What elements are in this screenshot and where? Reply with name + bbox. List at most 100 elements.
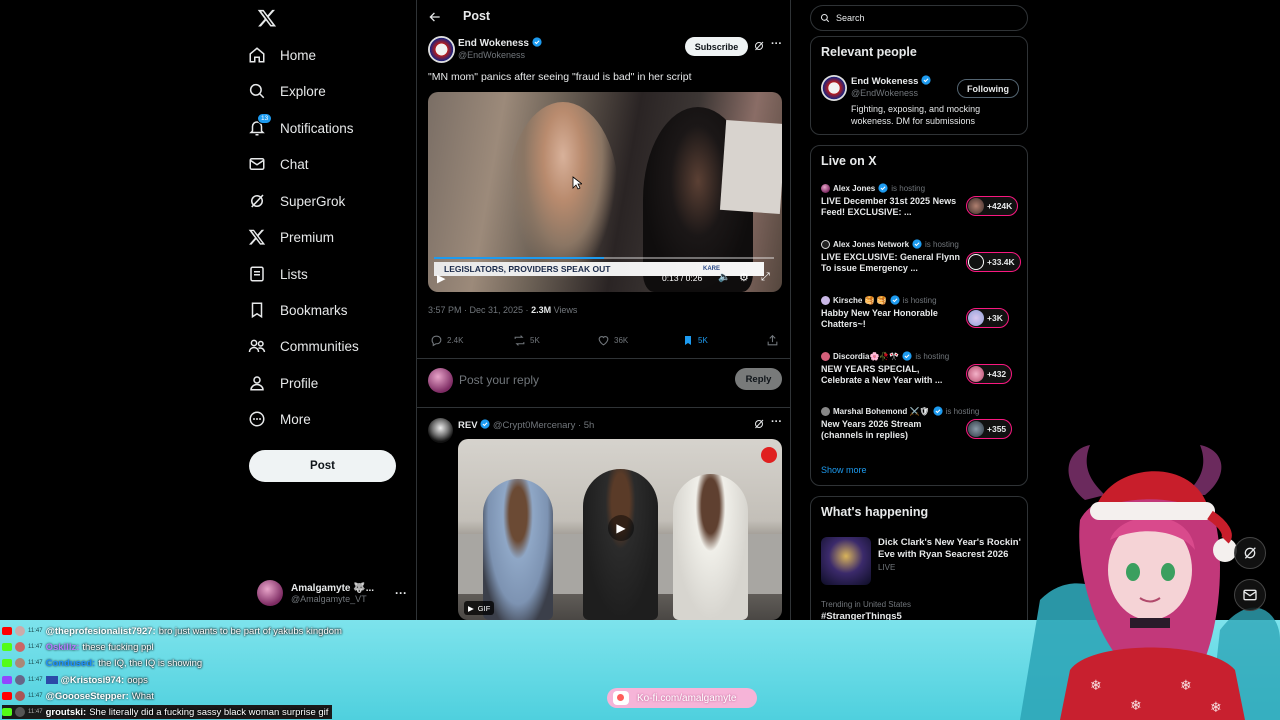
reply-author-avatar[interactable]: [428, 418, 453, 443]
author-avatar[interactable]: [428, 36, 455, 63]
account-more-icon: ···: [395, 586, 407, 600]
account-switcher[interactable]: Amalgamyte 🐺... @Amalgamyte_VT ···: [257, 578, 407, 608]
nav-explore[interactable]: Explore: [248, 73, 326, 109]
share-icon[interactable]: [766, 334, 779, 347]
live-item[interactable]: Discordia🌸🥀🎌 is hosting NEW YEARS SPECIAL…: [821, 351, 1021, 401]
live-host: Marshal Bohemond ⚔️🛡: [833, 406, 930, 416]
reply-input[interactable]: Post your reply: [459, 373, 539, 387]
reply-action[interactable]: 2.4K: [430, 334, 463, 347]
verified-badge-icon: [480, 419, 490, 429]
x-logo-icon[interactable]: [257, 8, 277, 28]
nav-notifications[interactable]: 13 Notifications: [248, 110, 354, 146]
hosting-label: is hosting: [902, 295, 937, 305]
nav-supergrok[interactable]: SuperGrok: [248, 183, 345, 219]
chat-text: oops: [127, 674, 148, 686]
live-count: +424K: [987, 201, 1013, 211]
nav-bookmarks[interactable]: Bookmarks: [248, 292, 348, 328]
gif-play-icon[interactable]: ▶: [608, 515, 634, 541]
chat-text: these fucking ppl: [82, 641, 154, 653]
gif-play-small-icon: ▶: [468, 603, 474, 613]
chat-avatar: [15, 675, 25, 685]
following-button[interactable]: Following: [957, 79, 1019, 98]
gif-media[interactable]: ▶ ▶ GIF: [458, 439, 782, 620]
grok-icon[interactable]: [753, 40, 765, 52]
volume-icon[interactable]: 🔈: [718, 272, 730, 283]
nav-communities[interactable]: Communities: [248, 328, 359, 364]
reply-more-icon[interactable]: ···: [771, 416, 782, 428]
nav-notifications-label: Notifications: [280, 120, 354, 136]
show-more-link[interactable]: Show more: [821, 465, 867, 475]
chat-user: @Kristosi974:: [60, 674, 125, 686]
nav-premium[interactable]: Premium: [248, 219, 334, 255]
vtuber-avatar: ❄ ❄ ❄ ❄: [1020, 440, 1280, 720]
live-item[interactable]: Alex Jones is hosting LIVE December 31st …: [821, 183, 1021, 233]
live-count: +33.4K: [987, 257, 1015, 267]
relevant-avatar[interactable]: [821, 75, 847, 101]
bookmark-action[interactable]: 5K: [682, 334, 708, 347]
bell-icon: 13: [248, 113, 273, 137]
search-input[interactable]: Search: [836, 13, 865, 23]
post-header: Post: [417, 0, 792, 34]
play-icon[interactable]: ▶: [437, 272, 445, 285]
nav-bookmarks-label: Bookmarks: [280, 302, 348, 318]
settings-icon[interactable]: ⚙: [739, 271, 749, 284]
nav-profile[interactable]: Profile: [248, 365, 318, 401]
verified-badge-icon: [532, 37, 542, 47]
subscribe-button[interactable]: Subscribe: [685, 37, 748, 56]
live-item[interactable]: Marshal Bohemond ⚔️🛡 is hosting New Years…: [821, 406, 1021, 456]
nav-more[interactable]: More: [248, 401, 311, 437]
live-stream-title: NEW YEARS SPECIAL, Celebrate a New Year …: [821, 364, 943, 385]
chat-message: 11:47 @GoooseStepper: What: [2, 689, 154, 703]
hosting-label: is hosting: [945, 406, 980, 416]
nav-lists-label: Lists: [280, 266, 308, 282]
video-player[interactable]: LEGISLATORS, PROVIDERS SPEAK OUT KARE ▶ …: [428, 92, 782, 292]
event-status: LIVE: [878, 563, 896, 572]
gif-person-1: [483, 479, 553, 620]
search-box[interactable]: Search: [810, 5, 1028, 31]
gif-badge: ▶ GIF: [464, 601, 495, 615]
video-person-left: [508, 102, 618, 282]
flag-icon: [45, 676, 58, 684]
video-progress-track[interactable]: [434, 257, 774, 259]
reply-button[interactable]: Reply: [735, 368, 782, 390]
grok-icon[interactable]: [753, 418, 765, 430]
live-item[interactable]: Alex Jones Network is hosting LIVE EXCLUS…: [821, 239, 1021, 289]
side-grok-icon[interactable]: [1234, 537, 1266, 569]
back-arrow-icon[interactable]: [428, 10, 442, 24]
nav-home[interactable]: Home: [248, 37, 316, 73]
live-host: Kirsche 🥞 🥞: [833, 295, 887, 305]
kofi-link[interactable]: Ko-fi.com/amalgamyte: [607, 688, 757, 708]
repost-action[interactable]: 5K: [513, 334, 540, 347]
mouse-cursor-icon: [572, 176, 582, 190]
verified-badge-icon: [921, 75, 931, 85]
svg-text:❄: ❄: [1090, 678, 1102, 694]
like-action[interactable]: 36K: [597, 334, 628, 347]
event-thumbnail[interactable]: [821, 537, 871, 585]
chat-user: Oskillz:: [45, 641, 80, 653]
post-more-icon[interactable]: ···: [771, 38, 782, 50]
live-item[interactable]: Kirsche 🥞 🥞 is hosting Habby New Year Hon…: [821, 295, 1021, 345]
post-timestamp: 3:57 PM · Dec 31, 2025 ·: [428, 305, 532, 315]
relevant-people-card: Relevant people End Wokeness @EndWokenes…: [810, 36, 1028, 135]
reply-composer-avatar: [428, 368, 453, 393]
host-avatar: [821, 239, 830, 249]
chat-user: Condused:: [45, 657, 96, 669]
post-meta: 3:57 PM · Dec 31, 2025 · 2.3M Views: [428, 305, 577, 315]
youtube-icon: [2, 627, 12, 635]
nav-lists[interactable]: Lists: [248, 256, 308, 292]
event-title[interactable]: Dick Clark's New Year's Rockin' Eve with…: [878, 537, 1026, 561]
verified-badge-icon: [878, 183, 888, 193]
relevant-bio: Fighting, exposing, and mocking wokeness…: [851, 104, 981, 126]
left-sidebar: Home Explore 13 Notifications Chat Super…: [240, 0, 416, 620]
author-handle[interactable]: @EndWokeness: [458, 50, 525, 60]
author-name-row[interactable]: End Wokeness: [458, 37, 542, 49]
fullscreen-icon[interactable]: ⤢: [761, 271, 770, 284]
relevant-name-row[interactable]: End Wokeness: [851, 75, 931, 87]
verified-badge-icon: [912, 239, 922, 249]
verified-badge-icon: [902, 351, 912, 361]
post-button[interactable]: Post: [249, 450, 396, 482]
nav-chat[interactable]: Chat: [248, 146, 309, 182]
side-messages-icon[interactable]: [1234, 579, 1266, 611]
reply-author-row[interactable]: REV @Crypt0Mercenary · 5h: [458, 419, 594, 431]
gif-watermark-icon: [761, 447, 777, 463]
